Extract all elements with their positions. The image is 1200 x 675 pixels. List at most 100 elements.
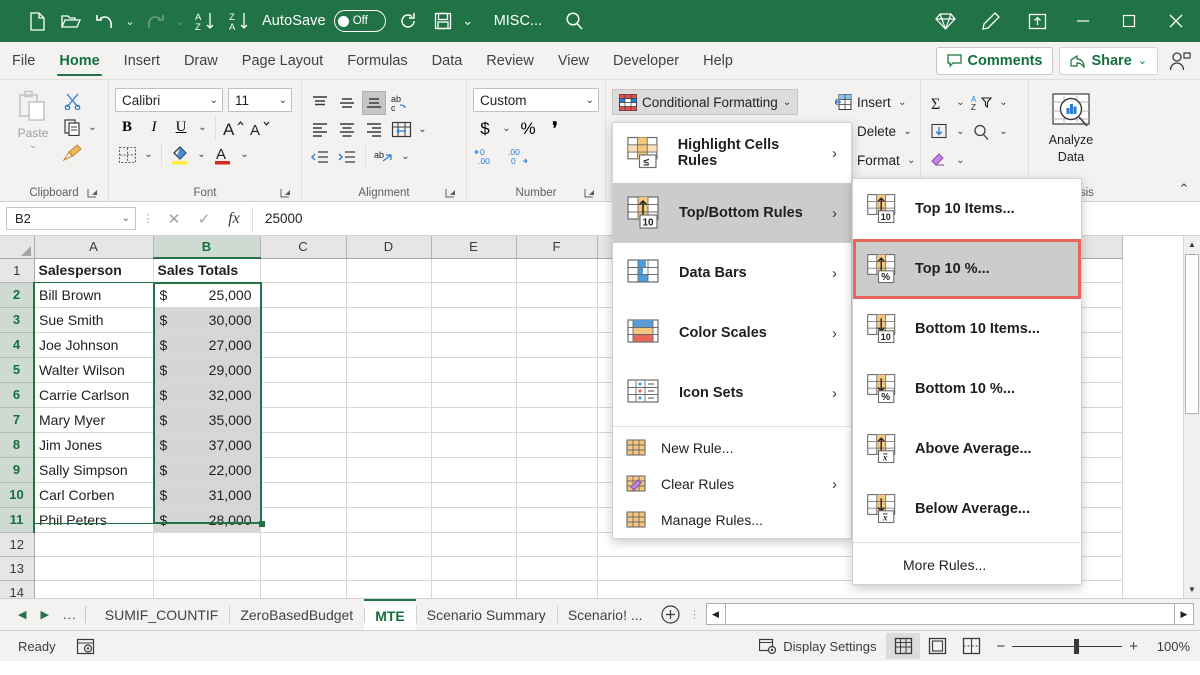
hscroll-left-arrow-icon[interactable]: ◀ <box>706 603 726 625</box>
grow-font-icon[interactable]: A <box>222 116 246 140</box>
hscroll-right-arrow-icon[interactable]: ▶ <box>1174 603 1194 625</box>
cell-f10[interactable] <box>516 482 597 507</box>
orientation-icon[interactable]: abc <box>389 91 413 115</box>
cell-c8[interactable] <box>260 432 346 457</box>
autosum-caret-icon[interactable]: ⌄ <box>954 91 967 115</box>
cell-e11[interactable] <box>431 507 516 532</box>
cell-f8[interactable] <box>516 432 597 457</box>
cell-f12[interactable] <box>516 532 597 556</box>
cell-d10[interactable] <box>346 482 431 507</box>
cell-b14[interactable] <box>153 580 260 598</box>
tab-draw[interactable]: Draw <box>172 42 230 79</box>
cell-b1[interactable]: Sales Totals <box>153 258 260 282</box>
cell-d7[interactable] <box>346 407 431 432</box>
align-right-icon[interactable] <box>362 118 386 142</box>
cell-a10[interactable]: Carl Corben <box>34 482 153 507</box>
cell-f5[interactable] <box>516 357 597 382</box>
underline-button[interactable]: U <box>169 116 193 140</box>
cell-e6[interactable] <box>431 382 516 407</box>
menu-item-top-bottom-rules[interactable]: 10 Top/Bottom Rules › <box>613 183 851 243</box>
cell-d14[interactable] <box>346 580 431 598</box>
display-settings-button[interactable]: Display Settings <box>749 633 886 659</box>
row-header-2[interactable]: 2 <box>0 282 34 307</box>
cell-e1[interactable] <box>431 258 516 282</box>
vertical-scrollbar[interactable]: ▲ ▼ <box>1183 236 1200 598</box>
redo-icon[interactable] <box>138 5 172 37</box>
cell-b4[interactable]: $27,000 <box>153 332 260 357</box>
tab-view[interactable]: View <box>546 42 601 79</box>
undo-icon[interactable] <box>88 5 122 37</box>
row-header-11[interactable]: 11 <box>0 507 34 532</box>
horizontal-scrollbar[interactable]: ◀ ▶ <box>702 599 1200 630</box>
cell-f14[interactable] <box>516 580 597 598</box>
sheet-tab-zerobasedbudget[interactable]: ZeroBasedBudget <box>229 599 364 630</box>
submenu-item-more-rules[interactable]: More Rules... <box>853 546 1081 584</box>
zoom-slider[interactable]: − + <box>988 638 1146 655</box>
align-bottom-icon[interactable] <box>362 91 386 115</box>
cell-d6[interactable] <box>346 382 431 407</box>
cell-c11[interactable] <box>260 507 346 532</box>
sheet-nav-first-icon[interactable]: ◀ <box>18 608 26 621</box>
row-header-6[interactable]: 6 <box>0 382 34 407</box>
cell-c7[interactable] <box>260 407 346 432</box>
page-break-view-button[interactable] <box>954 633 988 659</box>
cell-a4[interactable]: Joe Johnson <box>34 332 153 357</box>
wrap-text-caret-icon[interactable]: ⌄ <box>416 118 429 142</box>
font-dialog-launcher-icon[interactable] <box>279 187 293 201</box>
accounting-format-button[interactable]: $ <box>473 117 497 141</box>
cell-b3[interactable]: $30,000 <box>153 307 260 332</box>
row-header-8[interactable]: 8 <box>0 432 34 457</box>
column-header-d[interactable]: D <box>346 236 431 258</box>
tab-data[interactable]: Data <box>420 42 475 79</box>
cell-f13[interactable] <box>516 556 597 580</box>
cell-a9[interactable]: Sally Simpson <box>34 457 153 482</box>
fill-caret-icon[interactable]: ⌄ <box>954 120 967 144</box>
submenu-item-bottom-10-items[interactable]: 10 Bottom 10 Items... <box>853 299 1081 359</box>
share-button[interactable]: Share ⌄ <box>1059 47 1158 75</box>
tab-help[interactable]: Help <box>691 42 745 79</box>
cell-f7[interactable] <box>516 407 597 432</box>
sheet-nav-last-icon[interactable]: ▶ <box>40 608 48 621</box>
cell-d3[interactable] <box>346 307 431 332</box>
redo-caret-icon[interactable]: ⌄ <box>172 5 188 37</box>
sheet-tab-scenario-summary[interactable]: Scenario Summary <box>416 599 557 630</box>
wrap-text-icon[interactable] <box>389 118 413 142</box>
pen-icon[interactable] <box>968 0 1014 42</box>
menu-item-color-scales[interactable]: Color Scales › <box>613 303 851 363</box>
cell-e8[interactable] <box>431 432 516 457</box>
copy-caret-icon[interactable]: ⌄ <box>86 115 99 139</box>
row-header-10[interactable]: 10 <box>0 482 34 507</box>
cell-c12[interactable] <box>260 532 346 556</box>
analyze-data-button[interactable]: Analyze Data <box>1035 85 1107 165</box>
format-cells-caret-icon[interactable]: ⌄ <box>905 148 918 172</box>
present-icon[interactable] <box>1014 0 1060 42</box>
autosum-icon[interactable]: Σ <box>927 91 951 115</box>
cell-b13[interactable] <box>153 556 260 580</box>
cell-e4[interactable] <box>431 332 516 357</box>
cell-d12[interactable] <box>346 532 431 556</box>
save-icon[interactable] <box>426 5 460 37</box>
align-center-icon[interactable] <box>335 118 359 142</box>
select-all-corner[interactable] <box>0 236 34 258</box>
zoom-track[interactable] <box>1012 646 1122 647</box>
zoom-out-button[interactable]: − <box>996 638 1005 655</box>
tab-review[interactable]: Review <box>474 42 546 79</box>
find-select-caret-icon[interactable]: ⌄ <box>997 120 1010 144</box>
sort-asc-icon[interactable]: AZ <box>188 5 222 37</box>
cell-d5[interactable] <box>346 357 431 382</box>
customize-qat-caret-icon[interactable]: ⌄ <box>460 5 476 37</box>
column-header-f[interactable]: F <box>516 236 597 258</box>
font-name-caret-icon[interactable]: ⌄ <box>210 95 218 106</box>
row-header-5[interactable]: 5 <box>0 357 34 382</box>
add-sheet-button[interactable] <box>654 599 688 630</box>
cell-e12[interactable] <box>431 532 516 556</box>
row-header-3[interactable]: 3 <box>0 307 34 332</box>
insert-cells-button[interactable]: Insert ⌄ <box>831 89 913 115</box>
font-size-select[interactable]: 11 ⌄ <box>228 88 292 112</box>
merge-center-caret-icon[interactable]: ⌄ <box>399 145 412 169</box>
clipboard-dialog-launcher-icon[interactable] <box>86 187 100 201</box>
cell-e3[interactable] <box>431 307 516 332</box>
sheet-tab-resize-handle[interactable]: ⋮ <box>688 599 702 630</box>
font-color-caret-icon[interactable]: ⌄ <box>238 143 251 167</box>
insert-function-icon[interactable]: fx <box>220 207 248 231</box>
